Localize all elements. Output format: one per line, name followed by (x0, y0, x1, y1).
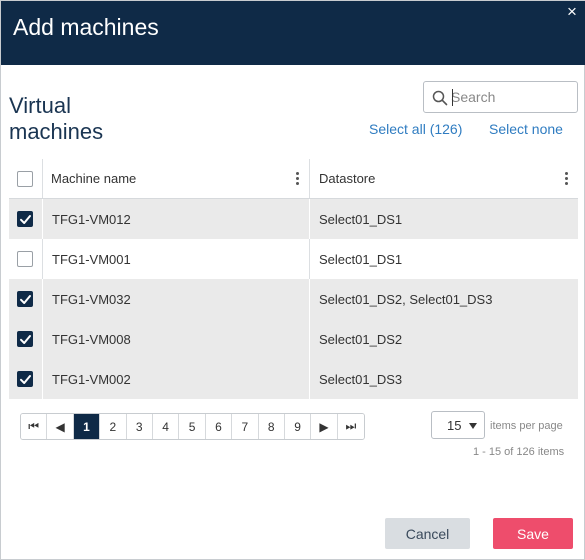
machine-name-cell: TFG1-VM002 (52, 371, 131, 387)
column-divider (309, 359, 310, 399)
close-icon[interactable]: × (564, 3, 580, 20)
column-divider (309, 159, 310, 198)
items-per-page-label: items per page (490, 420, 563, 432)
page-button-8[interactable]: 8 (258, 414, 285, 439)
search-box[interactable] (423, 81, 578, 113)
machine-name-cell: TFG1-VM032 (52, 291, 131, 307)
column-divider (309, 279, 310, 319)
select-all-link[interactable]: Select all (126) (369, 121, 462, 137)
machine-name-cell: TFG1-VM012 (52, 211, 131, 227)
next-page-icon[interactable]: ▶ (311, 414, 338, 439)
machines-table: Machine name Datastore TFG1-VM012 Select0… (9, 159, 578, 399)
column-divider (42, 199, 43, 239)
page-button-1[interactable]: 1 (73, 414, 101, 439)
row-checkbox[interactable] (17, 331, 33, 347)
column-divider (309, 319, 310, 359)
items-range-text: 1 - 15 of 126 items (473, 446, 565, 458)
checkmark-icon (20, 335, 31, 344)
items-per-page-value: 15 (447, 418, 462, 433)
row-checkbox[interactable] (17, 291, 33, 307)
previous-page-icon[interactable]: ◀ (47, 414, 74, 439)
machine-name-cell: TFG1-VM001 (52, 251, 131, 267)
pagination: ⏮ ◀ 1 2 3 4 5 6 7 8 9 ▶ ⏭ (20, 413, 366, 440)
table-body: TFG1-VM012 Select01_DS1 TFG1-VM001 Select01… (9, 199, 578, 399)
first-page-icon[interactable]: ⏮ (21, 414, 48, 439)
column-divider (42, 279, 43, 319)
column-header-datastore[interactable]: Datastore (319, 159, 375, 198)
column-divider (42, 359, 43, 399)
page-button-5[interactable]: 5 (179, 414, 206, 439)
table-row[interactable]: TFG1-VM012 Select01_DS1 (9, 199, 578, 239)
select-none-link[interactable]: Select none (489, 121, 563, 137)
table-header: Machine name Datastore (9, 159, 578, 199)
text-caret (452, 89, 453, 106)
column-divider (42, 159, 43, 198)
datastore-column-menu-icon[interactable] (563, 171, 569, 187)
column-divider (309, 239, 310, 279)
page-button-4[interactable]: 4 (152, 414, 180, 439)
checkmark-icon (20, 375, 31, 384)
datastore-cell: Select01_DS3 (319, 371, 403, 387)
table-row[interactable]: TFG1-VM001 Select01_DS1 (9, 239, 578, 279)
dialog-header: Add machines × (1, 1, 585, 65)
section-title: Virtual machines (9, 93, 104, 144)
chevron-down-icon (469, 423, 477, 429)
table-row[interactable]: TFG1-VM008 Select01_DS2 (9, 319, 578, 359)
page-button-3[interactable]: 3 (126, 414, 153, 439)
datastore-cell: Select01_DS2, Select01_DS3 (319, 291, 493, 307)
column-header-machine-name[interactable]: Machine name (51, 159, 136, 198)
column-divider (42, 319, 43, 359)
datastore-cell: Select01_DS1 (319, 211, 403, 227)
page-button-9[interactable]: 9 (284, 414, 312, 439)
row-checkbox[interactable] (17, 211, 33, 227)
checkmark-icon (20, 215, 31, 224)
row-checkbox[interactable] (17, 371, 33, 387)
column-divider (42, 239, 43, 279)
row-checkbox[interactable] (17, 251, 33, 267)
column-divider (309, 199, 310, 239)
table-row[interactable]: TFG1-VM002 Select01_DS3 (9, 359, 578, 399)
datastore-cell: Select01_DS2 (319, 331, 403, 347)
search-icon (432, 90, 448, 106)
last-page-icon[interactable]: ⏭ (337, 414, 365, 439)
search-input[interactable] (451, 87, 571, 107)
checkmark-icon (20, 295, 31, 304)
page-button-7[interactable]: 7 (232, 414, 259, 439)
machine-name-column-menu-icon[interactable] (294, 171, 300, 187)
page-button-2[interactable]: 2 (100, 414, 127, 439)
machine-name-cell: TFG1-VM008 (52, 331, 131, 347)
items-per-page-select[interactable]: 15 (431, 411, 485, 439)
datastore-cell: Select01_DS1 (319, 251, 403, 267)
table-row[interactable]: TFG1-VM032 Select01_DS2, Select01_DS3 (9, 279, 578, 319)
select-all-checkbox[interactable] (17, 171, 33, 187)
page-button-6[interactable]: 6 (205, 414, 233, 439)
dialog-title: Add machines (13, 14, 159, 40)
save-button[interactable]: Save (493, 518, 573, 549)
add-machines-dialog: Add machines × Virtual machines Select a… (0, 0, 585, 560)
cancel-button[interactable]: Cancel (385, 518, 470, 549)
